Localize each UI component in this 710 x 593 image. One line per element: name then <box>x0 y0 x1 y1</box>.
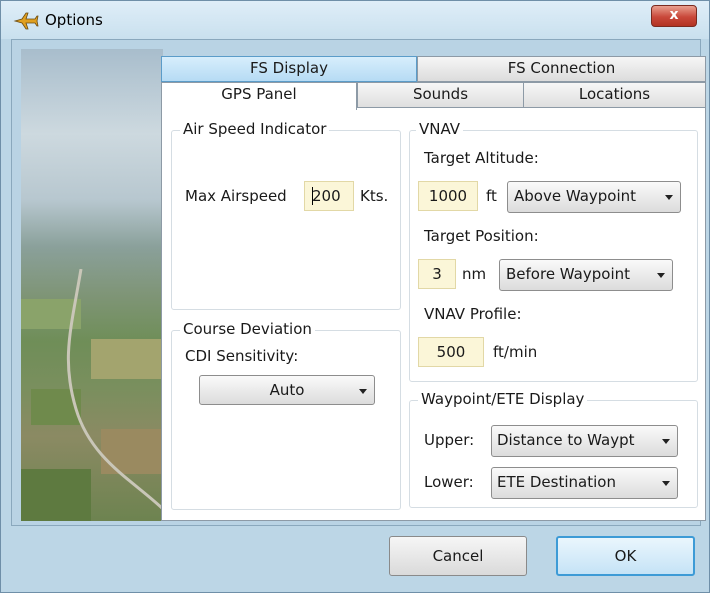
airplane-icon <box>13 12 39 30</box>
tab-sounds[interactable]: Sounds <box>357 82 524 108</box>
vnav-profile-input[interactable]: 500 <box>418 337 484 367</box>
text-cursor <box>312 187 313 205</box>
target-altitude-unit: ft <box>486 187 497 205</box>
chevron-down-icon <box>662 439 670 444</box>
road-line <box>66 269 163 511</box>
vnav-profile-value: 500 <box>436 343 466 361</box>
target-position-label: Target Position: <box>424 227 539 245</box>
landscape-image <box>21 49 163 521</box>
chevron-down-icon <box>657 273 665 278</box>
target-position-ref-value: Before Waypoint <box>506 265 631 283</box>
target-position-unit: nm <box>462 265 487 283</box>
max-airspeed-unit: Kts. <box>360 187 389 205</box>
cancel-button[interactable]: Cancel <box>389 536 527 576</box>
upper-value: Distance to Waypt <box>497 431 635 449</box>
max-airspeed-value: 200 <box>312 187 341 205</box>
target-position-value: 3 <box>432 265 442 283</box>
air-speed-group: Air Speed Indicator Max Airspeed 200 Kts… <box>171 120 401 310</box>
title-bar[interactable]: Options x <box>1 1 709 39</box>
tab-fs-connection[interactable]: FS Connection <box>417 56 706 82</box>
target-altitude-label: Target Altitude: <box>424 149 539 167</box>
vnav-legend: VNAV <box>416 120 464 138</box>
waypoint-ete-legend: Waypoint/ETE Display <box>418 390 588 408</box>
target-position-input[interactable]: 3 <box>418 259 456 289</box>
course-deviation-legend: Course Deviation <box>180 320 315 338</box>
tab-fs-display[interactable]: FS Display <box>161 56 417 82</box>
air-speed-legend: Air Speed Indicator <box>180 120 330 138</box>
target-altitude-ref-dropdown[interactable]: Above Waypoint <box>507 181 681 213</box>
options-dialog: Options x FS Display FS Connection Sound… <box>0 0 710 593</box>
target-altitude-input[interactable]: 1000 <box>418 181 478 211</box>
window-title: Options <box>45 11 103 29</box>
cdi-sensitivity-value: Auto <box>269 381 305 399</box>
target-altitude-ref-value: Above Waypoint <box>514 187 637 205</box>
lower-label: Lower: <box>424 473 474 491</box>
target-altitude-value: 1000 <box>428 187 468 205</box>
lower-value: ETE Destination <box>497 473 616 491</box>
target-position-ref-dropdown[interactable]: Before Waypoint <box>499 259 673 291</box>
waypoint-ete-group: Waypoint/ETE Display Upper: Distance to … <box>409 390 698 508</box>
vnav-profile-unit: ft/min <box>493 343 538 361</box>
lower-dropdown[interactable]: ETE Destination <box>491 467 678 499</box>
close-icon: x <box>669 7 679 23</box>
upper-dropdown[interactable]: Distance to Waypt <box>491 425 678 457</box>
close-button[interactable]: x <box>651 5 697 27</box>
chevron-down-icon <box>665 195 673 200</box>
chevron-down-icon <box>359 389 367 394</box>
gps-panel-content: Air Speed Indicator Max Airspeed 200 Kts… <box>161 107 706 521</box>
upper-label: Upper: <box>424 431 475 449</box>
cdi-sensitivity-dropdown[interactable]: Auto <box>199 375 375 405</box>
vnav-profile-label: VNAV Profile: <box>424 305 522 323</box>
tab-locations[interactable]: Locations <box>523 82 706 108</box>
tab-gps-panel[interactable]: GPS Panel <box>161 82 357 110</box>
ok-button[interactable]: OK <box>556 536 695 576</box>
cdi-sensitivity-label: CDI Sensitivity: <box>185 347 299 365</box>
max-airspeed-label: Max Airspeed <box>185 187 287 205</box>
vnav-group: VNAV Target Altitude: 1000 ft Above Wayp… <box>409 120 698 382</box>
chevron-down-icon <box>662 481 670 486</box>
course-deviation-group: Course Deviation CDI Sensitivity: Auto <box>171 320 401 510</box>
